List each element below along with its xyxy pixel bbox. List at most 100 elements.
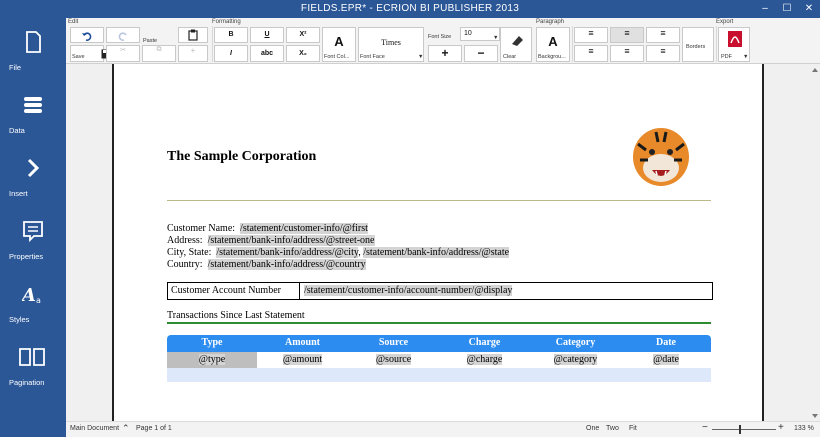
borders-button[interactable]: Borders xyxy=(682,27,714,62)
view-two-button[interactable]: Two xyxy=(606,425,619,432)
left-nav: File Data Insert Properties Aa Styles Pa… xyxy=(0,18,66,437)
state-field[interactable]: /statement/bank-info/address/@state xyxy=(363,247,510,258)
main-document-selector[interactable]: Main Document xyxy=(70,425,119,432)
country-line: Country: /statement/bank-info/address/@c… xyxy=(167,259,509,271)
nav-data[interactable]: Data xyxy=(0,81,66,141)
underline-button[interactable]: U xyxy=(250,27,284,43)
nav-properties[interactable]: Properties xyxy=(0,207,66,267)
align-left-icon: ≡ xyxy=(588,28,594,38)
align-left-button[interactable]: ≡ xyxy=(574,27,608,43)
page-indicator: Page 1 of 1 xyxy=(136,425,172,432)
charge-field[interactable]: @charge xyxy=(466,354,503,365)
separator xyxy=(212,26,213,62)
clipboard-button[interactable] xyxy=(178,27,208,43)
close-button[interactable]: ✕ xyxy=(798,0,820,18)
font-color-button[interactable]: A Font Col... xyxy=(322,27,356,62)
group-paragraph-label: Paragraph xyxy=(536,19,565,25)
subscript-button[interactable]: X₂ xyxy=(286,45,320,62)
view-one-button[interactable]: One xyxy=(586,425,599,432)
insert-icon xyxy=(27,158,40,178)
copy-button[interactable]: ⧉ xyxy=(142,45,176,62)
chevron-down-icon: ▼ xyxy=(493,35,499,41)
customer-name-line: Customer Name: /statement/customer-info/… xyxy=(167,223,509,235)
zoom-slider[interactable] xyxy=(712,425,776,434)
type-field[interactable]: @type xyxy=(198,354,226,365)
eraser-icon xyxy=(512,36,523,46)
customer-name-field[interactable]: /statement/customer-info/@first xyxy=(240,223,368,234)
group-edit-label: Edit xyxy=(68,19,79,25)
align-center-button[interactable]: ≡ xyxy=(610,27,644,43)
column-header-category: Category xyxy=(555,337,596,348)
indent-button[interactable]: ≡ xyxy=(610,45,644,62)
font-size-value: 10 xyxy=(464,30,472,37)
account-number-table: Customer Account Number /statement/custo… xyxy=(167,282,713,300)
paste-button[interactable]: Paste xyxy=(142,27,176,44)
nav-pagination-label: Pagination xyxy=(9,378,45,387)
align-center-icon: ≡ xyxy=(624,28,630,38)
nav-styles-label: Styles xyxy=(9,315,30,324)
format-painter-button[interactable]: + xyxy=(178,45,208,62)
font-color-glyph: A xyxy=(334,34,344,49)
background-button[interactable]: A Backgrou... xyxy=(536,27,570,62)
source-field[interactable]: @source xyxy=(375,354,412,365)
separator xyxy=(716,26,717,62)
redo-button[interactable] xyxy=(106,27,140,43)
properties-icon xyxy=(23,221,43,243)
undo-icon xyxy=(82,32,92,41)
bold-button[interactable]: B xyxy=(214,27,248,43)
italic-button[interactable]: I xyxy=(214,45,248,62)
cut-button[interactable]: ✂ xyxy=(106,45,140,62)
nav-pagination[interactable]: Pagination xyxy=(0,333,66,393)
address-line: Address: /statement/bank-info/address/@s… xyxy=(167,235,509,247)
font-face-value: Times xyxy=(381,38,401,47)
nav-insert-label: Insert xyxy=(9,189,28,198)
maximize-button[interactable]: ☐ xyxy=(776,0,798,18)
zoom-in-button[interactable]: + xyxy=(778,422,784,433)
decrease-font-button[interactable]: − xyxy=(464,45,498,62)
city-field[interactable]: /statement/bank-info/address/@city xyxy=(216,247,359,258)
increase-font-button[interactable]: + xyxy=(428,45,462,62)
document-page[interactable]: The Sample Corporation Customer Name: /s… xyxy=(112,64,764,421)
header-divider xyxy=(167,200,711,201)
align-justify-button[interactable]: ≡ xyxy=(574,45,608,62)
column-header-charge: Charge xyxy=(468,337,501,348)
group-formatting-label: Formatting xyxy=(212,19,241,25)
export-pdf-button[interactable]: PDF ▼ xyxy=(718,27,750,62)
minimize-button[interactable]: – xyxy=(754,0,776,18)
font-face-select[interactable]: Times Font Face ▼ xyxy=(358,27,424,62)
country-field[interactable]: /statement/bank-info/address/@country xyxy=(207,259,366,270)
zoom-slider-thumb[interactable] xyxy=(738,425,741,434)
group-export-label: Export xyxy=(716,19,734,25)
nav-data-label: Data xyxy=(9,126,25,135)
save-label: Save xyxy=(72,54,85,60)
outdent-button[interactable]: ≡ xyxy=(646,45,680,62)
tiger-logo-image xyxy=(633,128,689,186)
nav-insert[interactable]: Insert xyxy=(0,144,66,204)
borders-label: Borders xyxy=(686,44,706,50)
zoom-out-button[interactable]: − xyxy=(702,422,708,433)
country-label: Country: xyxy=(167,259,203,270)
nav-file[interactable]: File xyxy=(0,18,66,78)
separator xyxy=(572,26,573,62)
city-state-label: City, State: xyxy=(167,247,212,258)
chevron-down-icon: ▼ xyxy=(418,54,424,60)
align-right-button[interactable]: ≡ xyxy=(646,27,680,43)
amount-field[interactable]: @amount xyxy=(282,354,323,365)
date-field[interactable]: @date xyxy=(653,354,679,365)
clear-button[interactable]: Clear xyxy=(500,27,532,62)
address-field[interactable]: /statement/bank-info/address/@street-one xyxy=(207,235,375,246)
chevron-up-icon[interactable]: ⌃ xyxy=(122,423,130,434)
save-button[interactable]: Save xyxy=(70,45,111,62)
nav-styles[interactable]: Aa Styles xyxy=(0,270,66,330)
customer-block: Customer Name: /statement/customer-info/… xyxy=(167,223,510,271)
account-number-field[interactable]: /statement/customer-info/account-number/… xyxy=(304,285,513,296)
strikethrough-button[interactable]: abc xyxy=(250,45,284,62)
company-title: The Sample Corporation xyxy=(167,149,317,164)
indent-icon: ≡ xyxy=(624,46,630,56)
superscript-button[interactable]: X² xyxy=(286,27,320,43)
undo-button[interactable] xyxy=(70,27,104,43)
category-field[interactable]: @category xyxy=(553,354,598,365)
font-size-input[interactable]: 10 ▼ xyxy=(460,27,500,41)
vertical-scrollbar[interactable] xyxy=(812,68,818,418)
fit-button[interactable]: Fit xyxy=(629,425,637,432)
